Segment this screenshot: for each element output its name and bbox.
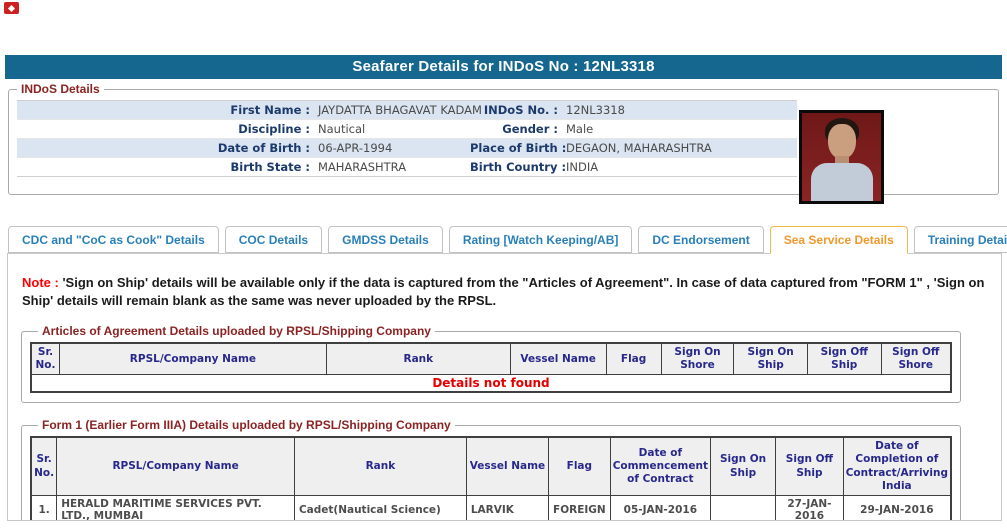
seafarer-photo [799, 110, 884, 204]
first-name-label: First Name : [230, 103, 310, 117]
indos-row-2: Discipline : Nautical Gender : Male [17, 120, 797, 139]
articles-of-agreement-legend: Articles of Agreement Details uploaded b… [42, 324, 431, 339]
form1-cell-sr-no: 1. [30, 494, 58, 520]
record-badge-icon [4, 2, 19, 14]
form1-header-row: Sr. No. RPSL/Company Name Rank Vessel Na… [30, 436, 952, 496]
date-of-birth-label: Date of Birth : [217, 141, 310, 155]
tab-rating-watch-keeping-ab[interactable]: Rating [Watch Keeping/AB] [448, 226, 633, 253]
aoa-header-rank: Rank [325, 342, 511, 376]
form1-header-sign-on-ship: Sign On Ship [709, 436, 777, 496]
birth-state-label: Birth State : [230, 160, 310, 174]
tab-gmdss-details[interactable]: GMDSS Details [328, 226, 443, 253]
discipline-label: Discipline : [238, 122, 310, 136]
indos-row-3: Date of Birth : 06-APR-1994 Place of Bir… [17, 139, 797, 158]
tab-training-details[interactable]: Training Details [913, 226, 1007, 253]
record-badge-dot-icon [7, 4, 16, 12]
photo-shirt-shape [811, 163, 873, 201]
indos-no-value: 12NL3318 [566, 103, 625, 117]
place-of-birth-label: Place of Birth : [470, 141, 567, 155]
indos-details-legend: INDoS Details [21, 82, 100, 96]
discipline-value: Nautical [318, 122, 366, 136]
form1-cell-sign-off-ship: 27-JAN-2016 [775, 494, 844, 520]
indos-details-fieldset: INDoS Details First Name : JAYDATTA BHAG… [8, 82, 999, 204]
aoa-header-sign-on-ship: Sign On Ship [733, 342, 808, 376]
form1-cell-date-commencement: 05-JAN-2016 [609, 494, 711, 520]
aoa-header-sign-off-ship: Sign Off Ship [806, 342, 882, 376]
form1-cell-date-completion: 29-JAN-2016 [842, 494, 952, 520]
form1-table: Sr. No. RPSL/Company Name Rank Vessel Na… [30, 436, 952, 520]
page-title: Seafarer Details for INDoS No : 12NL3318 [5, 55, 1002, 79]
form1-header-date-commencement: Date of Commencement of Contract [609, 436, 711, 496]
articles-of-agreement-table: Sr. No. RPSL/Company Name Rank Vessel Na… [30, 342, 952, 394]
aoa-header-rpsl-company: RPSL/Company Name [59, 342, 327, 376]
aoa-header-sign-off-shore: Sign Off Shore [880, 342, 952, 376]
aoa-header-flag: Flag [605, 342, 662, 376]
photo-face-shape [828, 124, 856, 159]
form1-header-rpsl-company: RPSL/Company Name [56, 436, 295, 496]
tab-coc-details[interactable]: COC Details [224, 226, 323, 253]
gender-label: Gender : [502, 122, 558, 136]
birth-country-label: Birth Country : [470, 160, 567, 174]
indos-no-label: INDoS No. : [483, 103, 558, 117]
birth-state-value: MAHARASHTRA [318, 160, 407, 174]
aoa-empty-row: Details not found [30, 374, 952, 393]
aoa-header-vessel-name: Vessel Name [509, 342, 607, 376]
aoa-header-sr-no: Sr. No. [30, 342, 61, 376]
form1-cell-rank: Cadet(Nautical Science) [293, 494, 467, 520]
form1-header-sign-off-ship: Sign Off Ship [775, 436, 844, 496]
indos-details-grid: First Name : JAYDATTA BHAGAVAT KADAM IND… [17, 100, 797, 177]
sign-on-ship-note: Note : 'Sign on Ship' details will be av… [22, 274, 987, 309]
place-of-birth-value: DEGAON, MAHARASHTRA [566, 141, 712, 155]
form1-cell-rpsl-company: HERALD MARITIME SERVICES PVT. LTD., MUMB… [56, 494, 295, 520]
tab-bar: CDC and "CoC as Cook" Details COC Detail… [8, 226, 1007, 254]
birth-country-value: INDIA [566, 160, 599, 174]
note-prefix: Note : [22, 275, 59, 290]
date-of-birth-value: 06-APR-1994 [318, 141, 393, 155]
first-name-value: JAYDATTA BHAGAVAT KADAM [318, 103, 482, 117]
aoa-header-row: Sr. No. RPSL/Company Name Rank Vessel Na… [30, 342, 952, 376]
indos-row-1: First Name : JAYDATTA BHAGAVAT KADAM IND… [17, 101, 797, 120]
aoa-header-sign-on-shore: Sign On Shore [660, 342, 735, 376]
tab-cdc-coc-cook-details[interactable]: CDC and "CoC as Cook" Details [8, 226, 219, 253]
tab-dc-endorsement[interactable]: DC Endorsement [638, 226, 764, 253]
details-not-found-message: Details not found [30, 374, 952, 393]
form1-cell-sign-on-ship [709, 494, 777, 520]
gender-value: Male [566, 122, 594, 136]
form1-cell-vessel-name: LARVIK [465, 494, 550, 520]
form1-cell-flag: FOREIGN [548, 494, 611, 520]
form1-header-date-completion: Date of Completion of Contract/Arriving … [842, 436, 952, 496]
form1-fieldset: Form 1 (Earlier Form IIIA) Details uploa… [21, 418, 961, 520]
articles-of-agreement-fieldset: Articles of Agreement Details uploaded b… [21, 324, 961, 404]
form1-header-sr-no: Sr. No. [30, 436, 58, 496]
tab-sea-service-details[interactable]: Sea Service Details [769, 226, 908, 254]
form1-header-rank: Rank [293, 436, 467, 496]
indos-row-4: Birth State : MAHARASHTRA Birth Country … [17, 158, 797, 177]
tab-content-panel: Note : 'Sign on Ship' details will be av… [7, 253, 1002, 521]
form1-header-flag: Flag [548, 436, 611, 496]
form1-data-row: 1. HERALD MARITIME SERVICES PVT. LTD., M… [30, 494, 952, 520]
note-body: 'Sign on Ship' details will be available… [22, 275, 985, 308]
form1-legend: Form 1 (Earlier Form IIIA) Details uploa… [42, 418, 451, 433]
form1-header-vessel-name: Vessel Name [465, 436, 550, 496]
